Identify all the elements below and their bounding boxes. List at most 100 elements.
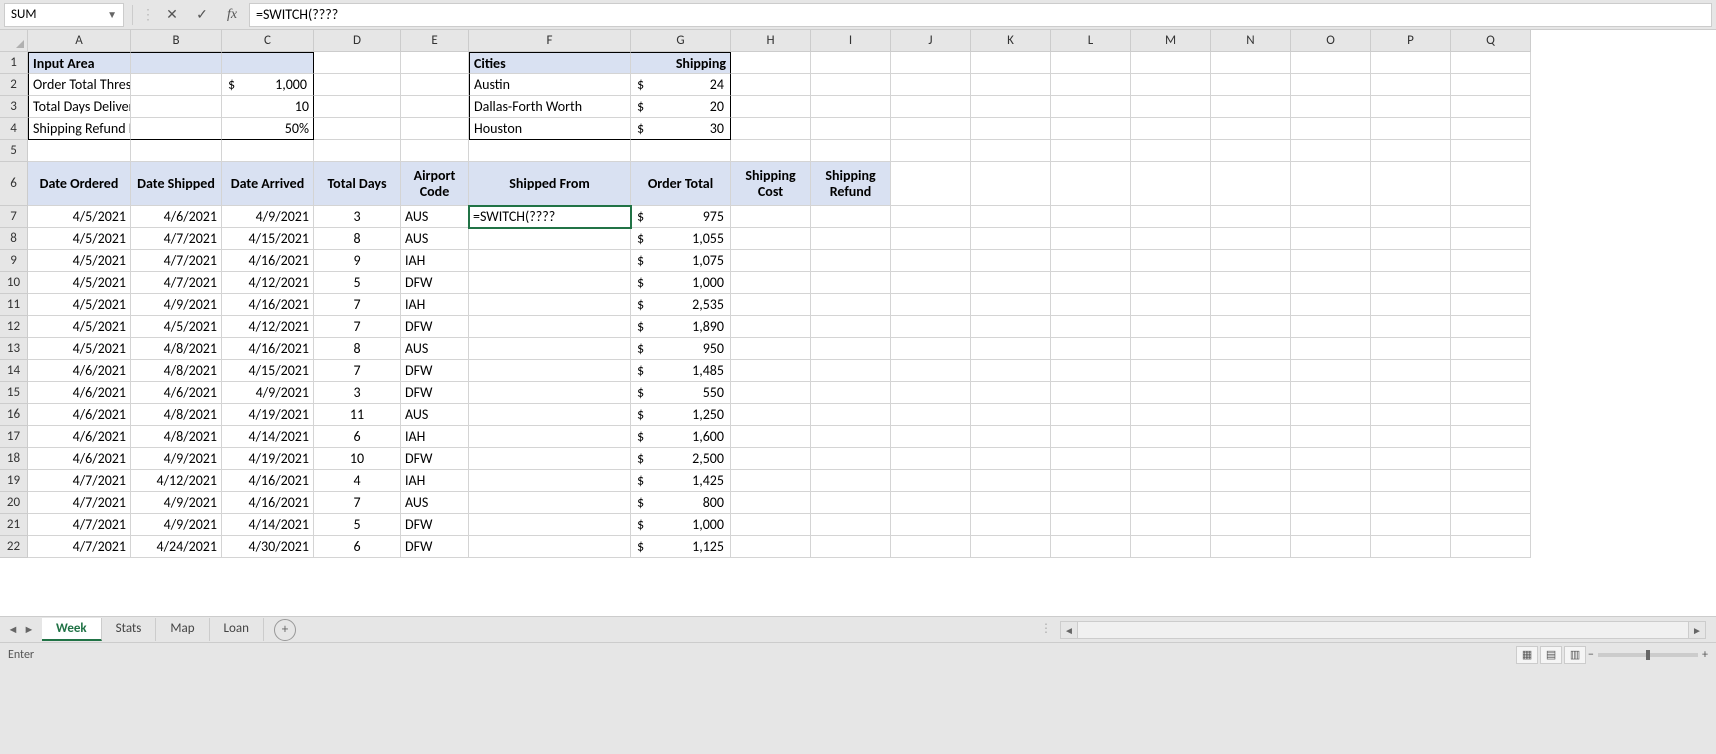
- cell[interactable]: [811, 360, 891, 382]
- cell[interactable]: [811, 118, 891, 140]
- row-header[interactable]: 18: [0, 448, 28, 470]
- cell[interactable]: [1291, 382, 1371, 404]
- row-header[interactable]: 10: [0, 272, 28, 294]
- cell[interactable]: [1131, 316, 1211, 338]
- cell[interactable]: [811, 338, 891, 360]
- cell[interactable]: [222, 140, 314, 162]
- total-days[interactable]: 5: [314, 514, 401, 536]
- cell[interactable]: [971, 118, 1051, 140]
- cell[interactable]: [1131, 96, 1211, 118]
- cell[interactable]: [1131, 514, 1211, 536]
- date-ordered[interactable]: 4/5/2021: [28, 206, 131, 228]
- airport-code[interactable]: DFW: [401, 382, 469, 404]
- cell[interactable]: [891, 470, 971, 492]
- cell[interactable]: [469, 338, 631, 360]
- column-header[interactable]: C: [222, 30, 314, 52]
- cell[interactable]: [731, 140, 811, 162]
- total-days[interactable]: 7: [314, 492, 401, 514]
- cell[interactable]: [1291, 162, 1371, 206]
- select-all-corner[interactable]: [0, 30, 28, 52]
- shipping-header[interactable]: Shipping: [631, 52, 731, 74]
- row-header[interactable]: 14: [0, 360, 28, 382]
- date-ordered[interactable]: 4/6/2021: [28, 360, 131, 382]
- row-header[interactable]: 12: [0, 316, 28, 338]
- cell[interactable]: [1051, 96, 1131, 118]
- date-shipped[interactable]: 4/7/2021: [131, 250, 222, 272]
- sheet-tab[interactable]: Map: [156, 618, 209, 641]
- date-ordered[interactable]: 4/7/2021: [28, 514, 131, 536]
- cell[interactable]: [131, 74, 222, 96]
- cell[interactable]: [469, 514, 631, 536]
- column-header[interactable]: L: [1051, 30, 1131, 52]
- cell[interactable]: [1051, 514, 1131, 536]
- total-days[interactable]: 8: [314, 338, 401, 360]
- date-shipped[interactable]: 4/12/2021: [131, 470, 222, 492]
- cell[interactable]: [811, 228, 891, 250]
- cell[interactable]: [891, 272, 971, 294]
- cell[interactable]: [1291, 118, 1371, 140]
- cities-header[interactable]: Cities: [469, 52, 631, 74]
- cell[interactable]: [811, 426, 891, 448]
- cell[interactable]: [1131, 492, 1211, 514]
- city-shipping-value[interactable]: $24: [631, 74, 731, 96]
- cell[interactable]: [1291, 338, 1371, 360]
- cell[interactable]: [731, 74, 811, 96]
- scroll-right-icon[interactable]: ►: [1688, 621, 1706, 639]
- cell[interactable]: [314, 52, 401, 74]
- date-shipped[interactable]: 4/9/2021: [131, 492, 222, 514]
- row-header[interactable]: 21: [0, 514, 28, 536]
- cell[interactable]: [469, 492, 631, 514]
- date-arrived[interactable]: 4/14/2021: [222, 426, 314, 448]
- cell[interactable]: [1451, 96, 1531, 118]
- cell[interactable]: [1371, 514, 1451, 536]
- total-days[interactable]: 5: [314, 272, 401, 294]
- cell[interactable]: [222, 52, 314, 74]
- date-shipped[interactable]: 4/5/2021: [131, 316, 222, 338]
- cell[interactable]: [1131, 250, 1211, 272]
- cell[interactable]: [1451, 536, 1531, 558]
- input-row-value[interactable]: $1,000: [222, 74, 314, 96]
- date-shipped[interactable]: 4/6/2021: [131, 382, 222, 404]
- cell[interactable]: [1131, 404, 1211, 426]
- cell[interactable]: [891, 74, 971, 96]
- cell[interactable]: [1371, 404, 1451, 426]
- cell[interactable]: [1211, 250, 1291, 272]
- order-total[interactable]: $1,125: [631, 536, 731, 558]
- cell[interactable]: [1051, 74, 1131, 96]
- column-header[interactable]: A: [28, 30, 131, 52]
- row-header[interactable]: 2: [0, 74, 28, 96]
- city-name[interactable]: Austin: [469, 74, 631, 96]
- date-ordered[interactable]: 4/7/2021: [28, 536, 131, 558]
- total-days[interactable]: 6: [314, 536, 401, 558]
- date-arrived[interactable]: 4/15/2021: [222, 228, 314, 250]
- name-box[interactable]: SUM ▼: [4, 3, 124, 27]
- order-total[interactable]: $2,535: [631, 294, 731, 316]
- cell[interactable]: [1131, 536, 1211, 558]
- cell[interactable]: [1451, 492, 1531, 514]
- total-days[interactable]: 3: [314, 206, 401, 228]
- zoom-handle[interactable]: [1646, 650, 1650, 660]
- page-break-view-icon[interactable]: ▥: [1564, 646, 1586, 664]
- cell[interactable]: [811, 492, 891, 514]
- cell[interactable]: [731, 514, 811, 536]
- cell[interactable]: [1211, 536, 1291, 558]
- date-arrived[interactable]: 4/12/2021: [222, 272, 314, 294]
- row-header[interactable]: 19: [0, 470, 28, 492]
- cell[interactable]: [1051, 470, 1131, 492]
- cell[interactable]: [731, 272, 811, 294]
- date-shipped[interactable]: 4/8/2021: [131, 426, 222, 448]
- column-header[interactable]: Q: [1451, 30, 1531, 52]
- cell[interactable]: [1451, 426, 1531, 448]
- input-row-label[interactable]: Total Days Delivery Goal: [28, 96, 131, 118]
- cell[interactable]: [971, 514, 1051, 536]
- date-ordered[interactable]: 4/6/2021: [28, 426, 131, 448]
- cell[interactable]: [971, 404, 1051, 426]
- cell[interactable]: [731, 426, 811, 448]
- sheet-tab[interactable]: Week: [42, 618, 102, 641]
- date-shipped[interactable]: 4/8/2021: [131, 404, 222, 426]
- cell[interactable]: [1451, 228, 1531, 250]
- date-shipped[interactable]: 4/8/2021: [131, 360, 222, 382]
- cell[interactable]: [1211, 162, 1291, 206]
- cell[interactable]: [1291, 74, 1371, 96]
- tab-resizer-icon[interactable]: ⋮: [1040, 621, 1046, 639]
